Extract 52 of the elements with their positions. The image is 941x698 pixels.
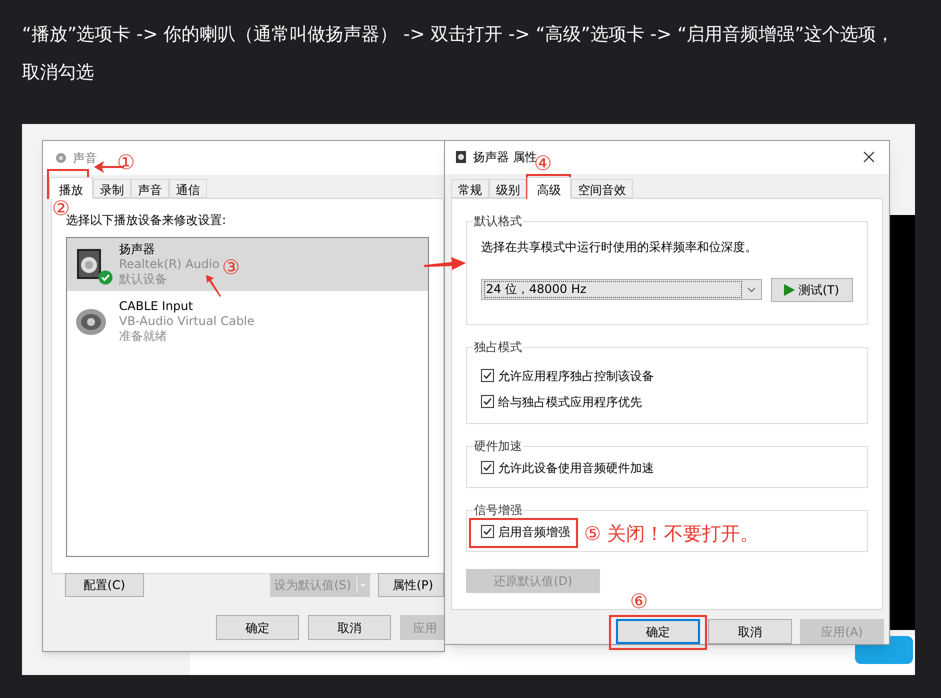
- description-text: 选择在共享模式中运行时使用的采样频率和位深度。: [481, 238, 758, 256]
- device-name: CABLE Input: [119, 299, 194, 314]
- tab[interactable]: 录制: [93, 179, 131, 198]
- dialog-button[interactable]: 配置(C): [65, 573, 144, 597]
- group-title: 独占模式: [473, 338, 523, 355]
- dialog-button[interactable]: 取消: [308, 615, 391, 640]
- instruction-text: 选择以下播放设备来修改设置:: [66, 213, 228, 229]
- device-driver: VB-Audio Virtual Cable: [119, 314, 255, 329]
- checkbox-label: 允许此设备使用音频硬件加速: [498, 460, 654, 477]
- dialog-button[interactable]: 属性(P): [378, 573, 444, 597]
- step-number: ⑥: [630, 590, 648, 612]
- dialog-button[interactable]: 确定: [616, 619, 700, 644]
- dialog-button[interactable]: 确定: [216, 615, 299, 640]
- speaker-icon: [55, 152, 67, 164]
- device-item[interactable]: CABLE Input VB-Audio Virtual Cable 准备就绪: [67, 295, 428, 348]
- device-status: 默认设备: [119, 272, 168, 287]
- tab[interactable]: 通信: [169, 179, 207, 198]
- checkbox-label: 启用音频增强: [498, 524, 570, 541]
- group-title: 默认格式: [473, 212, 523, 229]
- test-button[interactable]: 测试(T): [770, 278, 853, 302]
- chevron-down-icon: [746, 286, 756, 293]
- window-title: 扬声器 属性: [473, 149, 537, 164]
- device-name: 扬声器: [119, 242, 156, 257]
- warning-note: ⑤ 关闭！不要打开。: [584, 522, 760, 546]
- checkbox-label: 给与独占模式应用程序优先: [498, 394, 642, 411]
- checkbox[interactable]: [481, 461, 494, 474]
- speaker-icon: [455, 150, 467, 164]
- window-title: 声音: [73, 150, 97, 167]
- device-status: 准备就绪: [119, 329, 168, 344]
- group-title: 硬件加速: [473, 438, 523, 454]
- close-icon[interactable]: [863, 151, 875, 164]
- checkbox[interactable]: [481, 369, 494, 382]
- dialog-button[interactable]: 取消: [708, 619, 792, 644]
- format-dropdown[interactable]: 24 位，48000 Hz: [481, 279, 762, 300]
- highlight-frame: [47, 169, 89, 199]
- checkbox[interactable]: [481, 395, 494, 408]
- tab[interactable]: 级别: [489, 178, 527, 198]
- step-number: ①: [117, 151, 135, 173]
- article-heading: “播放”选项卡 -> 你的喇叭（通常叫做扬声器） -> 双击打开 -> “高级”选项卡 -> “启用音频增强”这个选项，取消勾选: [21, 23, 896, 85]
- tab[interactable]: 播放: [49, 177, 93, 199]
- arrow: [206, 275, 222, 297]
- group-title: 信号增强: [473, 502, 523, 518]
- step-number: ③: [222, 256, 240, 278]
- play-icon: [784, 284, 796, 296]
- checkbox[interactable]: [481, 525, 494, 538]
- device-driver: Realtek(R) Audio: [119, 257, 220, 272]
- checkbox-label: 允许应用程序独占控制该设备: [498, 368, 654, 385]
- tab[interactable]: 声音: [131, 179, 169, 198]
- arrow: [424, 256, 466, 272]
- tab[interactable]: 高级: [527, 176, 571, 199]
- tab[interactable]: 空间音效: [571, 178, 633, 198]
- tab[interactable]: 常规: [451, 178, 489, 198]
